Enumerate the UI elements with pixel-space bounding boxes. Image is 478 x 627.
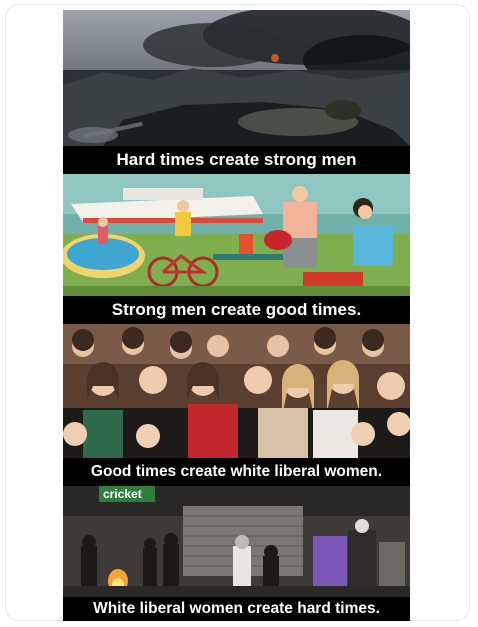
crowd-photo-illustration	[63, 324, 410, 458]
caption-3: Good times create white liberal women.	[63, 458, 410, 486]
cricket-store-sign: cricket	[103, 487, 142, 501]
street-scene-illustration	[63, 486, 410, 597]
caption-2: Strong men create good times.	[63, 296, 410, 324]
street-scene-panel: cricket	[63, 486, 410, 597]
war-scene-panel	[63, 10, 410, 146]
retro-family-panel	[63, 174, 410, 296]
crowd-photo-panel	[63, 324, 410, 458]
retro-family-illustration	[63, 174, 410, 296]
caption-4: White liberal women create hard times.	[63, 597, 410, 621]
caption-1: Hard times create strong men	[63, 146, 410, 174]
meme-image: Hard times create strong men Strong men …	[63, 10, 410, 621]
war-scene-illustration	[63, 10, 410, 146]
